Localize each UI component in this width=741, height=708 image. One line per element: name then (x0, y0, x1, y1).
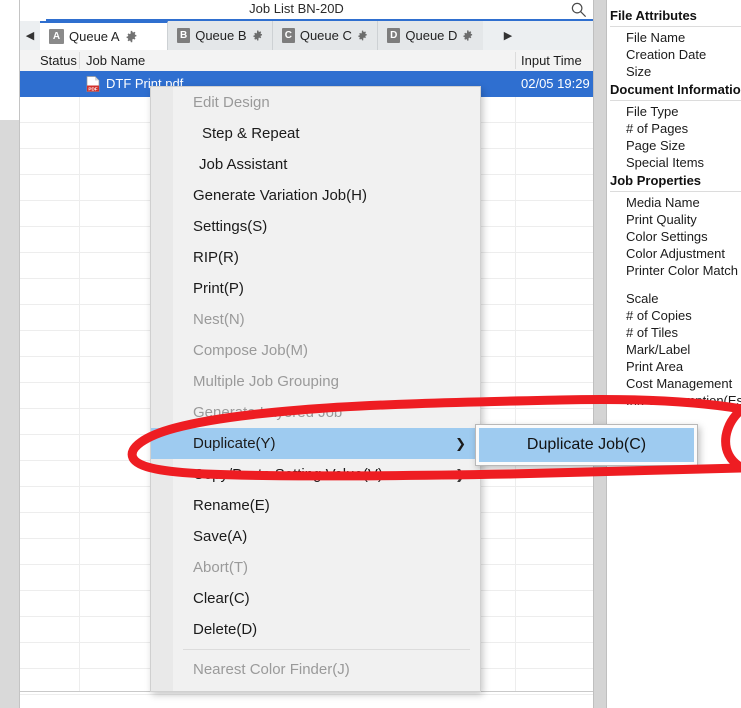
svg-text:PDF: PDF (88, 86, 97, 91)
column-header-status[interactable]: Status (40, 50, 77, 71)
properties-spacer (607, 279, 741, 290)
gear-icon[interactable] (462, 29, 474, 42)
property-item[interactable]: Print Area (607, 358, 741, 375)
property-item[interactable]: # of Tiles (607, 324, 741, 341)
group-rule (610, 100, 741, 101)
column-divider[interactable] (79, 52, 80, 69)
tab-queue-b[interactable]: B Queue B (168, 21, 273, 50)
property-item[interactable]: Cost Management (607, 375, 741, 392)
menu-item-job-assistant[interactable]: Job Assistant (151, 149, 480, 180)
property-item[interactable]: Print Quality (607, 211, 741, 228)
column-divider[interactable] (515, 52, 516, 69)
tab-label: Queue A (69, 29, 120, 44)
queue-tab-strip: ◀ ▶ A Queue A B Queue B C Queue C D Queu… (20, 21, 593, 51)
group-rule (610, 26, 741, 27)
gear-icon[interactable] (252, 29, 263, 42)
property-item[interactable]: # of Copies (607, 307, 741, 324)
context-menu: Edit Design Step & Repeat Job Assistant … (150, 86, 481, 692)
job-list-window: Job List BN-20D ◀ ▶ A Queue A B Queue B (0, 0, 741, 708)
menu-item-label: Duplicate(Y) (193, 435, 276, 452)
menu-item-clear[interactable]: Clear(C) (151, 583, 480, 614)
menu-item-multiple-job-grouping: Multiple Job Grouping (193, 373, 339, 390)
job-input-time-cell: 02/05 19:29 (521, 76, 590, 91)
property-item[interactable]: Page Size (607, 137, 741, 154)
menu-item-compose-job: Compose Job(M) (193, 342, 309, 359)
menu-item-duplicate[interactable]: Duplicate(Y) ❯ (151, 428, 480, 459)
tab-queue-d[interactable]: D Queue D (378, 21, 483, 50)
column-header-jobname[interactable]: Job Name (86, 50, 145, 71)
property-item[interactable]: Media Name (607, 194, 741, 211)
tab-queue-c[interactable]: C Queue C (273, 21, 378, 50)
tab-badge: B (177, 28, 191, 43)
property-item[interactable]: Scale (607, 290, 741, 307)
group-label: Job Properties (610, 173, 702, 188)
properties-panel: File Attributes File Name Creation Date … (607, 0, 741, 708)
menu-item-rename[interactable]: Rename(E) (151, 490, 480, 521)
gear-icon[interactable] (357, 29, 368, 42)
tab-label: Queue C (299, 28, 352, 43)
menu-item-rip[interactable]: RIP(R) (151, 242, 480, 273)
menu-item-print[interactable]: Print(P) (151, 273, 480, 304)
property-item[interactable]: Creation Date (607, 46, 741, 63)
property-item[interactable]: Ink Consumption(Est (607, 392, 741, 409)
pdf-file-icon: PDF (86, 76, 100, 92)
tab-badge: D (387, 28, 401, 43)
property-item[interactable]: File Type (607, 103, 741, 120)
submenu-item-duplicate-job[interactable]: Duplicate Job(C) (479, 428, 694, 462)
property-item[interactable]: Special Items (607, 154, 741, 171)
tab-label: Queue D (405, 28, 458, 43)
menu-item-delete[interactable]: Delete(D) (151, 614, 480, 645)
tabs-scroll-left-icon[interactable]: ◀ (20, 21, 40, 50)
menu-item-abort: Abort(T) (193, 559, 249, 576)
left-gutter-top (0, 0, 21, 120)
title-bar: Job List BN-20D (20, 0, 593, 19)
menu-item-generate-layered-job: Generate Layered Job (193, 404, 343, 421)
property-item[interactable]: File Name (607, 29, 741, 46)
chevron-right-icon: ❯ (455, 467, 466, 482)
properties-group-header: File Attributes (607, 6, 741, 29)
menu-item-nearest-color-finder: Nearest Color Finder(J) (193, 661, 350, 678)
group-rule (610, 191, 741, 192)
tab-label: Queue B (195, 28, 247, 43)
properties-group-header: Job Properties (607, 171, 741, 194)
tabs-scroll-right-icon[interactable]: ▶ (498, 21, 518, 50)
duplicate-submenu: Duplicate Job(C) (475, 424, 698, 466)
tab-queue-a[interactable]: A Queue A (40, 21, 168, 50)
column-header-row: Status Job Name Input Time (20, 50, 593, 72)
menu-item-step-and-repeat[interactable]: Step & Repeat (151, 118, 480, 149)
group-label: Document Information (610, 82, 741, 97)
menu-item-generate-variation-job[interactable]: Generate Variation Job(H) (151, 180, 480, 211)
menu-item-label: Copy/Paste Setting Value(V) (193, 466, 383, 483)
chevron-right-icon: ❯ (455, 436, 466, 451)
property-item[interactable]: # of Pages (607, 120, 741, 137)
tab-badge: C (282, 28, 295, 43)
property-item[interactable]: Printer Color Match (607, 262, 741, 279)
property-item[interactable]: Color Adjustment (607, 245, 741, 262)
menu-item-settings[interactable]: Settings(S) (151, 211, 480, 242)
property-item[interactable]: Mark/Label (607, 341, 741, 358)
menu-separator (183, 649, 470, 650)
cutoff-bottom-text (0, 697, 573, 708)
group-label: File Attributes (610, 8, 697, 23)
page-title: Job List BN-20D (249, 1, 344, 16)
menu-item-edit-design: Edit Design (193, 94, 270, 111)
property-item[interactable]: Size (607, 63, 741, 80)
search-icon[interactable] (570, 1, 587, 18)
properties-group-header: Document Information (607, 80, 741, 103)
property-item[interactable]: Color Settings (607, 228, 741, 245)
panel-splitter[interactable] (593, 0, 607, 708)
menu-item-nest: Nest(N) (193, 311, 245, 328)
menu-item-copy-paste-setting-value[interactable]: Copy/Paste Setting Value(V) ❯ (151, 459, 480, 490)
menu-item-save[interactable]: Save(A) (151, 521, 480, 552)
column-header-inputtime[interactable]: Input Time (521, 50, 582, 71)
tab-badge: A (49, 29, 64, 44)
gear-icon[interactable] (125, 30, 138, 43)
